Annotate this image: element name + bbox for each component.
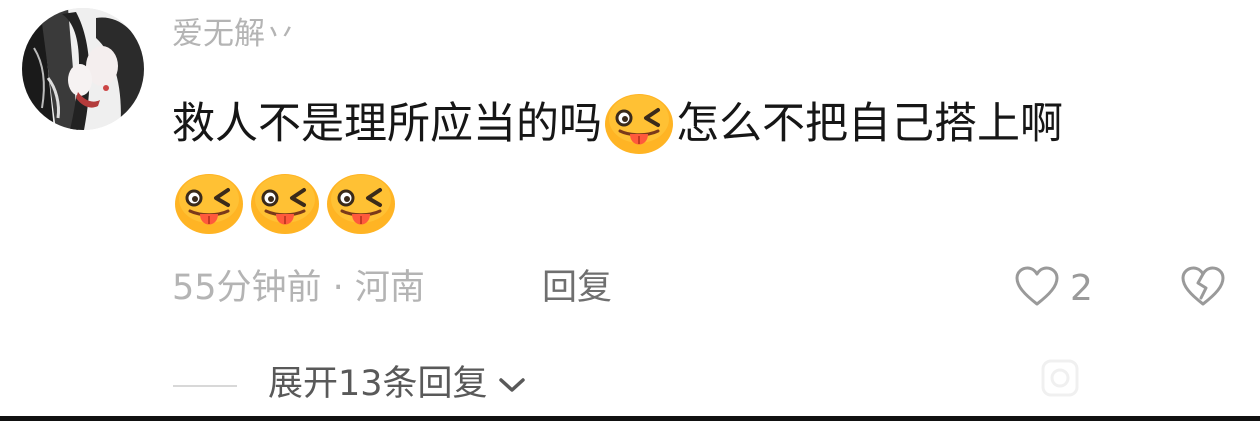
expand-replies-label: 展开13条回复 [268,364,488,404]
comment-text: 救人不是理所应当的吗 怎么不把自己搭上啊 [172,92,1063,156]
expand-replies-button[interactable]: 展开13条回复 [268,360,526,408]
trailing-emojis [172,172,398,236]
broken-heart-icon [1180,266,1226,312]
tongue-wink-emoji [602,92,676,156]
avatar[interactable] [22,8,144,130]
heart-outline-icon [1014,265,1060,311]
comment-text-part1: 救人不是理所应当的吗 [172,99,602,149]
username[interactable]: 爱无解丷 [172,14,296,54]
like-count: 2 [1070,267,1093,309]
chevron-down-icon [498,360,526,408]
expand-divider [173,385,237,387]
tongue-wink-emoji [172,172,246,236]
tongue-wink-emoji [248,172,322,236]
bottom-edge [0,416,1260,421]
comment-time-location: 55分钟前 · 河南 [172,268,425,308]
like-button[interactable]: 2 [1014,262,1093,314]
comment-text-part2: 怎么不把自己搭上啊 [676,99,1063,149]
dislike-button[interactable] [1180,264,1226,310]
reply-button[interactable]: 回复 [542,264,612,312]
watermark [1040,358,1080,398]
watermark-logo-icon [1041,359,1079,397]
tongue-wink-emoji [324,172,398,236]
